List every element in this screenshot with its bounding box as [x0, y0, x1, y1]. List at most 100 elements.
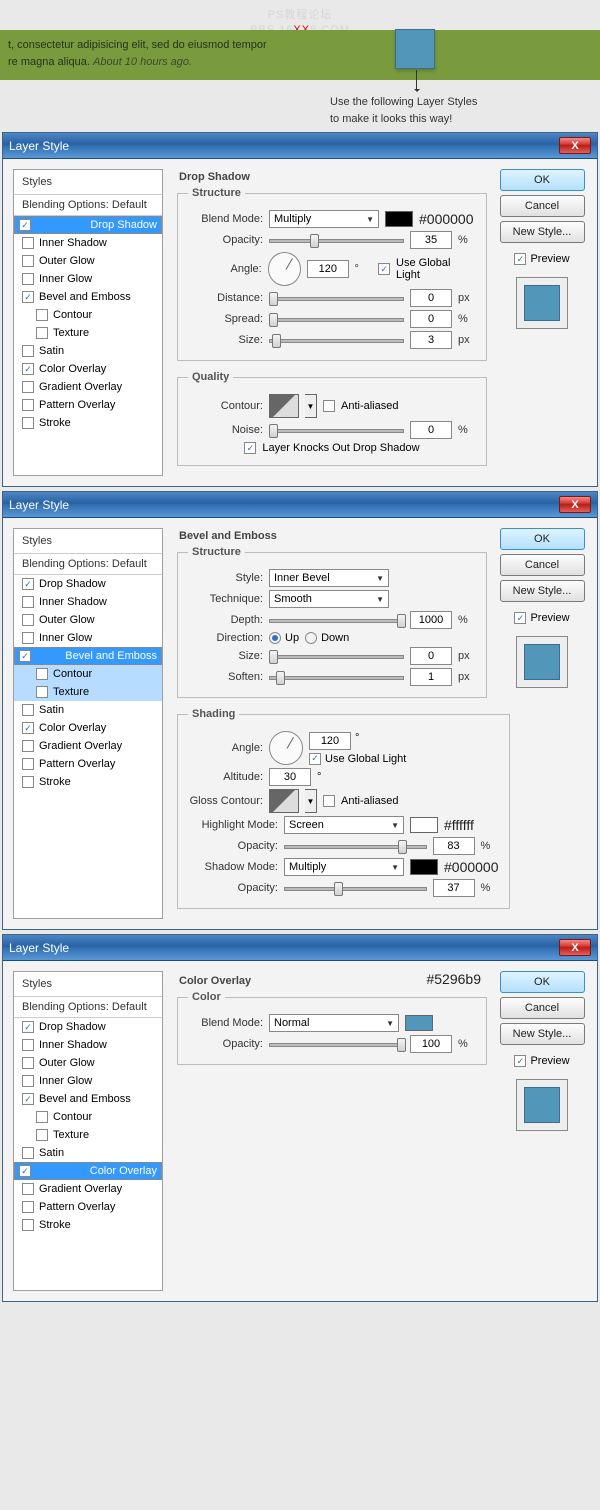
item-stroke[interactable]: Stroke — [14, 414, 162, 432]
highlight-mode-select[interactable]: Screen▼ — [284, 816, 404, 834]
checkbox[interactable] — [36, 327, 48, 339]
blend-mode-select[interactable]: Multiply▼ — [269, 210, 379, 228]
blending-options[interactable]: Blending Options: Default — [14, 554, 162, 575]
overlay-color-swatch[interactable] — [405, 1015, 433, 1031]
knockout-checkbox[interactable] — [244, 442, 256, 454]
contour-dropdown[interactable]: ▼ — [305, 394, 317, 418]
item-outer-glow[interactable]: Outer Glow — [14, 611, 162, 629]
checkbox[interactable] — [22, 399, 34, 411]
styles-header[interactable]: Styles — [14, 972, 162, 997]
item-satin[interactable]: Satin — [14, 1144, 162, 1162]
ok-button[interactable]: OK — [500, 971, 585, 993]
ok-button[interactable]: OK — [500, 528, 585, 550]
checkbox[interactable] — [22, 776, 34, 788]
global-light-checkbox[interactable] — [309, 753, 321, 765]
checkbox[interactable] — [22, 704, 34, 716]
item-inner-shadow[interactable]: Inner Shadow — [14, 593, 162, 611]
checkbox[interactable] — [22, 596, 34, 608]
new-style-button[interactable]: New Style... — [500, 221, 585, 243]
checkbox[interactable] — [36, 668, 48, 680]
soften-input[interactable]: 1 — [410, 668, 452, 686]
highlight-opacity-input[interactable]: 83 — [433, 837, 475, 855]
anti-alias-checkbox[interactable] — [323, 795, 335, 807]
shadow-opacity-slider[interactable] — [284, 880, 427, 896]
angle-input[interactable]: 120 — [309, 732, 351, 750]
cancel-button[interactable]: Cancel — [500, 997, 585, 1019]
preview-checkbox[interactable] — [514, 1055, 526, 1067]
shadow-color-swatch[interactable] — [385, 211, 413, 227]
checkbox[interactable] — [22, 632, 34, 644]
spread-input[interactable]: 0 — [410, 310, 452, 328]
shadow-color-swatch[interactable] — [410, 859, 438, 875]
ok-button[interactable]: OK — [500, 169, 585, 191]
checkbox[interactable] — [22, 1021, 34, 1033]
item-drop-shadow[interactable]: Drop Shadow — [14, 575, 162, 593]
titlebar[interactable]: Layer Style X — [3, 133, 597, 159]
angle-dial[interactable] — [269, 731, 303, 765]
close-button[interactable]: X — [559, 496, 591, 513]
size-slider[interactable] — [269, 648, 404, 664]
technique-select[interactable]: Smooth▼ — [269, 590, 389, 608]
anti-alias-checkbox[interactable] — [323, 400, 335, 412]
size-slider[interactable] — [269, 332, 404, 348]
distance-input[interactable]: 0 — [410, 289, 452, 307]
checkbox[interactable] — [22, 1201, 34, 1213]
item-inner-glow[interactable]: Inner Glow — [14, 629, 162, 647]
highlight-opacity-slider[interactable] — [284, 838, 427, 854]
preview-checkbox[interactable] — [514, 253, 526, 265]
checkbox[interactable] — [22, 578, 34, 590]
checkbox[interactable] — [36, 1129, 48, 1141]
item-pattern-overlay[interactable]: Pattern Overlay — [14, 1198, 162, 1216]
item-drop-shadow[interactable]: Drop Shadow — [14, 216, 162, 234]
titlebar[interactable]: Layer Style X — [3, 492, 597, 518]
item-gradient-overlay[interactable]: Gradient Overlay — [14, 378, 162, 396]
style-select[interactable]: Inner Bevel▼ — [269, 569, 389, 587]
item-inner-glow[interactable]: Inner Glow — [14, 1072, 162, 1090]
item-color-overlay[interactable]: Color Overlay — [14, 360, 162, 378]
checkbox[interactable] — [22, 614, 34, 626]
checkbox[interactable] — [22, 1183, 34, 1195]
checkbox[interactable] — [22, 740, 34, 752]
checkbox[interactable] — [22, 1075, 34, 1087]
styles-header[interactable]: Styles — [14, 170, 162, 195]
radio-up[interactable]: Up — [269, 632, 299, 644]
checkbox[interactable] — [22, 273, 34, 285]
item-stroke[interactable]: Stroke — [14, 773, 162, 791]
item-inner-shadow[interactable]: Inner Shadow — [14, 234, 162, 252]
shadow-mode-select[interactable]: Multiply▼ — [284, 858, 404, 876]
noise-slider[interactable] — [269, 422, 404, 438]
checkbox[interactable] — [22, 345, 34, 357]
checkbox[interactable] — [22, 1039, 34, 1051]
noise-input[interactable]: 0 — [410, 421, 452, 439]
opacity-input[interactable]: 100 — [410, 1035, 452, 1053]
blending-options[interactable]: Blending Options: Default — [14, 195, 162, 216]
checkbox[interactable] — [22, 722, 34, 734]
checkbox[interactable] — [19, 219, 31, 231]
item-outer-glow[interactable]: Outer Glow — [14, 252, 162, 270]
item-bevel[interactable]: Bevel and Emboss — [14, 1090, 162, 1108]
highlight-color-swatch[interactable] — [410, 817, 438, 833]
checkbox[interactable] — [22, 363, 34, 375]
checkbox[interactable] — [22, 237, 34, 249]
depth-slider[interactable] — [269, 612, 404, 628]
item-gradient-overlay[interactable]: Gradient Overlay — [14, 1180, 162, 1198]
checkbox[interactable] — [22, 758, 34, 770]
angle-dial[interactable] — [268, 252, 301, 286]
item-bevel[interactable]: Bevel and Emboss — [14, 288, 162, 306]
cancel-button[interactable]: Cancel — [500, 554, 585, 576]
item-inner-shadow[interactable]: Inner Shadow — [14, 1036, 162, 1054]
item-bevel[interactable]: Bevel and Emboss — [14, 647, 162, 665]
item-satin[interactable]: Satin — [14, 342, 162, 360]
titlebar[interactable]: Layer Style X — [3, 935, 597, 961]
item-stroke[interactable]: Stroke — [14, 1216, 162, 1234]
item-drop-shadow[interactable]: Drop Shadow — [14, 1018, 162, 1036]
size-input[interactable]: 0 — [410, 647, 452, 665]
checkbox[interactable] — [22, 291, 34, 303]
item-contour[interactable]: Contour — [14, 665, 162, 683]
checkbox[interactable] — [22, 1093, 34, 1105]
checkbox[interactable] — [36, 686, 48, 698]
checkbox[interactable] — [22, 381, 34, 393]
contour-swatch[interactable] — [269, 394, 299, 418]
preview-checkbox[interactable] — [514, 612, 526, 624]
depth-input[interactable]: 1000 — [410, 611, 452, 629]
